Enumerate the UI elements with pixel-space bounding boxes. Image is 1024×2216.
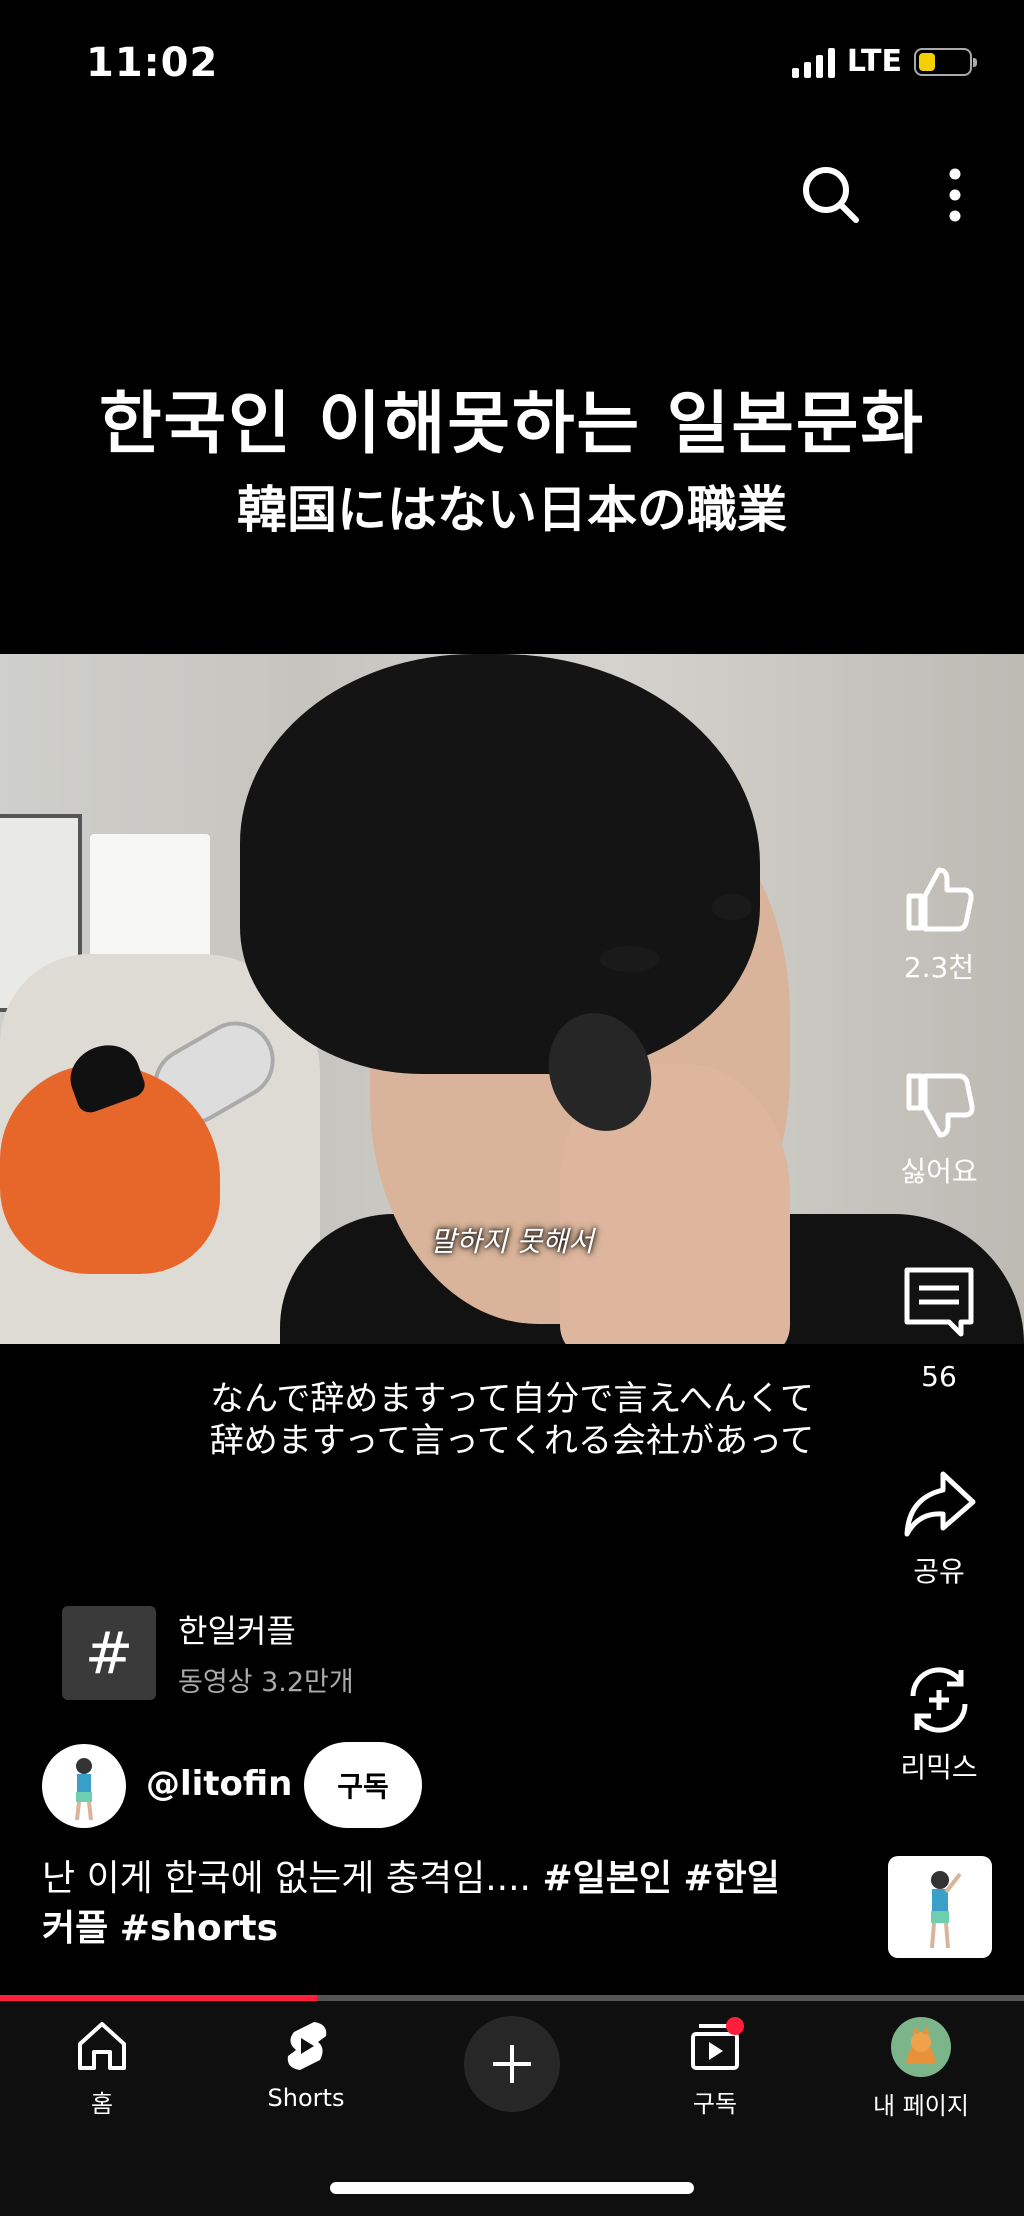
hashtag-icon[interactable]: # — [62, 1606, 156, 1700]
comments-button[interactable]: 56 — [884, 1262, 994, 1393]
signal-icon — [791, 46, 835, 78]
video-title-japanese: 韓国にはない日本の職業 — [237, 481, 787, 539]
remix-label: 리믹스 — [900, 1751, 978, 1784]
thumbs-down-icon — [906, 1073, 975, 1138]
home-icon — [78, 2022, 126, 2070]
video-subtitle-korean: 말하지 못해서 — [430, 1225, 594, 1258]
nav-home[interactable]: 홈 — [17, 2016, 187, 2119]
video-description[interactable]: 난 이게 한국에 없는게 충격임.... #일본인 #한일 커플 #shorts — [42, 1854, 842, 1954]
plus-icon — [493, 2045, 531, 2083]
caption-line-2: 辞めますって言ってくれる会社があって — [209, 1421, 815, 1461]
description-text: 난 이게 한국에 없는게 충격임.... — [42, 1858, 531, 1899]
nav-subscriptions-label: 구독 — [692, 2090, 738, 2118]
like-button[interactable]: 2.3천 — [884, 860, 994, 986]
video-title-korean: 한국인 이해못하는 일본문화 — [98, 385, 926, 464]
dislike-button[interactable]: 싫어요 — [884, 1064, 994, 1190]
status-time: 11:02 — [86, 40, 219, 86]
eye-left — [600, 946, 660, 972]
shorts-icon — [287, 2022, 327, 2070]
thumbs-up-icon — [906, 867, 974, 932]
network-label: LTE — [846, 44, 902, 79]
hashtag-name[interactable]: 한일커플 — [178, 1606, 296, 1652]
more-options-icon[interactable] — [930, 160, 980, 230]
profile-avatar-icon — [891, 2017, 951, 2077]
share-icon — [904, 1471, 976, 1537]
battery-icon — [914, 47, 977, 76]
dislike-label: 싫어요 — [900, 1155, 978, 1188]
nav-subscriptions[interactable]: 구독 — [630, 2016, 800, 2119]
home-indicator[interactable] — [330, 2182, 694, 2194]
remix-button[interactable]: 리믹스 — [884, 1660, 994, 1786]
share-button[interactable]: 공유 — [884, 1464, 994, 1590]
subscribe-button[interactable]: 구독 — [304, 1742, 422, 1828]
eye-right — [712, 894, 752, 920]
subscriptions-icon — [691, 2017, 744, 2070]
nav-home-label: 홈 — [90, 2090, 114, 2118]
channel-avatar[interactable] — [42, 1744, 126, 1828]
hashtag-link[interactable]: #일본인 — [542, 1858, 672, 1899]
share-label: 공유 — [913, 1555, 965, 1588]
hashtag-link[interactable]: #shorts — [120, 1908, 278, 1949]
person-hair — [240, 654, 760, 1074]
channel-handle[interactable]: @litofin — [146, 1764, 292, 1804]
sound-thumbnail[interactable] — [888, 1856, 992, 1958]
video-caption-japanese: なんで辞めますって自分で言えへんくて 辞めますって言ってくれる会社があって — [0, 1378, 1024, 1462]
nav-shorts[interactable]: Shorts — [221, 2016, 391, 2112]
like-count: 2.3천 — [903, 951, 975, 984]
status-indicators: LTE — [791, 44, 977, 79]
comment-icon — [904, 1267, 974, 1337]
comment-count: 56 — [921, 1360, 957, 1393]
nav-shorts-label: Shorts — [267, 2084, 345, 2112]
create-button[interactable] — [464, 2016, 560, 2112]
hashtag-video-count: 동영상 3.2만개 — [178, 1667, 354, 1698]
nav-my-page-label: 내 페이지 — [873, 2092, 969, 2120]
video-player[interactable]: 말하지 못해서 — [0, 654, 1024, 1344]
search-icon[interactable] — [796, 160, 866, 230]
hashtag-link[interactable]: #한일 — [683, 1858, 779, 1899]
caption-line-1: なんで辞めますって自分で言えへんくて — [210, 1379, 814, 1419]
hashtag-link-continued[interactable]: 커플 — [42, 1908, 108, 1949]
nav-my-page[interactable]: 내 페이지 — [836, 2016, 1006, 2121]
remix-icon — [910, 1667, 968, 1733]
